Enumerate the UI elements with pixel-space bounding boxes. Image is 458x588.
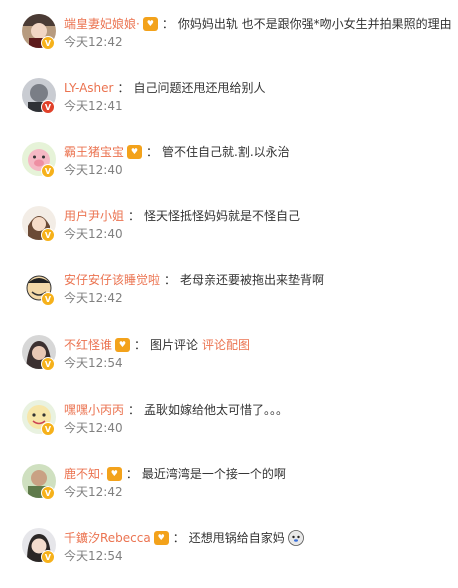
fan-medal-icon[interactable]: ♥ [115,338,131,352]
separator: ： [161,17,174,31]
separator: ： [128,403,141,417]
comment-item: V 安仔安仔该睡觉啦 ： 老母亲还要被拖出来垫背啊 今天12:42 [0,270,458,330]
comment-text: 自己问题还甩还甩给别人 [133,81,266,95]
timestamp: 今天12:42 [64,291,123,305]
separator: ： [172,531,185,545]
comment-list: V 端皇妻妃娘娘· ♥ ： 你妈妈出轨 也不是跟你强*吻小女生并拍果照的理由 今… [0,0,458,585]
gold-v-badge-icon: V [41,550,55,564]
gold-v-badge-icon: V [41,228,55,242]
gold-v-badge-icon: V [41,422,55,436]
timestamp: 今天12:54 [64,549,123,563]
gold-v-badge-icon: V [41,357,55,371]
comment-text: 最近湾湾是一个接一个的啊 [141,467,286,481]
gold-v-badge-icon: V [41,164,55,178]
username[interactable]: 不红怪谁 [64,335,112,355]
comment-item: V LY-Asher ： 自己问题还甩还甩给别人 今天12:41 [0,78,458,138]
separator: ： [128,209,141,223]
gold-v-badge-icon: V [41,486,55,500]
timestamp: 今天12:41 [64,99,123,113]
separator: ： [164,273,177,287]
username[interactable]: 鹿不知· [64,464,104,484]
separator: ： [117,81,130,95]
username[interactable]: 嘿嘿小丙丙 [64,400,124,420]
comment-text: 管不住自己就.割.以永治 [162,145,290,159]
timestamp: 今天12:42 [64,35,123,49]
comment-text: 还想甩锅给自家妈 [188,531,285,545]
doge-emoji-icon [287,530,304,546]
comment-item: V 端皇妻妃娘娘· ♥ ： 你妈妈出轨 也不是跟你强*吻小女生并拍果照的理由 今… [0,14,458,74]
timestamp: 今天12:40 [64,163,123,177]
username[interactable]: 千鑛汐Rebecca [64,528,151,548]
comment-item: V 不红怪谁 ♥ ： 图片评论 评论配图 今天12:54 [0,335,458,395]
comment-item: V 嘿嘿小丙丙 ： 孟耿如嫁给他太可惜了。。。 今天12:40 [0,400,458,460]
separator: ： [125,467,138,481]
timestamp: 今天12:40 [64,421,123,435]
gold-v-badge-icon: V [41,36,55,50]
separator: ： [146,145,159,159]
username[interactable]: 霸王猪宝宝 [64,142,124,162]
timestamp: 今天12:54 [64,356,123,370]
comment-item: V 千鑛汐Rebecca ♥ ： 还想甩锅给自家妈 今天12:54 [0,528,458,588]
username[interactable]: LY-Asher [64,78,113,98]
red-v-badge-icon: V [41,100,55,114]
comment-item: V 鹿不知· ♥ ： 最近湾湾是一个接一个的啊 今天12:42 [0,464,458,524]
fan-medal-icon[interactable]: ♥ [127,145,143,159]
timestamp: 今天12:42 [64,485,123,499]
comment-text: 你妈妈出轨 也不是跟你强*吻小女生并拍果照的理由 [177,17,452,31]
comment-text: 怪天怪抵怪妈妈就是不怪自己 [144,209,301,223]
username[interactable]: 端皇妻妃娘娘· [64,14,140,34]
comment-text: 老母亲还要被拖出来垫背啊 [180,273,325,287]
separator: ： [134,338,147,352]
fan-medal-icon[interactable]: ♥ [153,531,169,545]
username[interactable]: 用户尹小姐 [64,206,124,226]
gold-v-badge-icon: V [41,292,55,306]
comment-text: 图片评论 [150,338,199,352]
fan-medal-icon[interactable]: ♥ [142,17,158,31]
comment-text: 孟耿如嫁给他太可惜了。。。 [144,403,289,417]
timestamp: 今天12:40 [64,227,123,241]
comment-item: V 霸王猪宝宝 ♥ ： 管不住自己就.割.以永治 今天12:40 [0,142,458,202]
username[interactable]: 安仔安仔该睡觉啦 [64,270,160,290]
comment-image-link[interactable]: 评论配图 [202,335,250,355]
fan-medal-icon[interactable]: ♥ [106,467,122,481]
comment-item: V 用户尹小姐 ： 怪天怪抵怪妈妈就是不怪自己 今天12:40 [0,206,458,266]
